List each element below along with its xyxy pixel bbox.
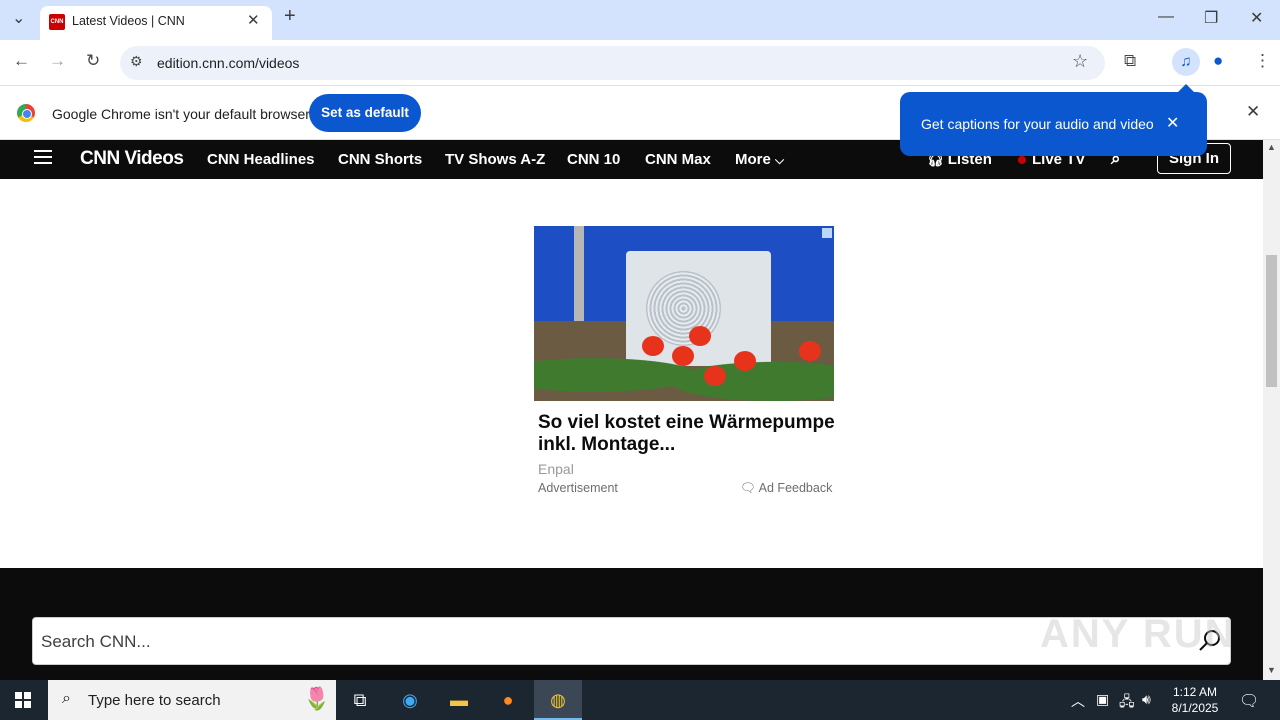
taskbar-clock[interactable]: 1:12 AM 8/1/2025 bbox=[1166, 684, 1224, 716]
ad-headline[interactable]: So viel kostet eine Wärmepumpe inkl. Mon… bbox=[538, 412, 838, 456]
new-tab-icon[interactable]: + bbox=[284, 5, 296, 28]
captions-popup: Get captions for your audio and video ✕ bbox=[900, 84, 1207, 156]
nav-item-cnn-max[interactable]: CNN Max bbox=[645, 151, 711, 168]
forward-icon[interactable]: → bbox=[49, 51, 66, 71]
edge-icon[interactable]: ◉ bbox=[386, 680, 434, 720]
tray-overflow-icon[interactable]: ︿ bbox=[1071, 691, 1085, 711]
scrollbar-thumb[interactable] bbox=[1266, 255, 1277, 387]
tulip-decoration-icon: 🌷 bbox=[303, 686, 331, 711]
feedback-icon: 🗨︎ bbox=[740, 481, 756, 495]
search-icon: ⌕ bbox=[62, 690, 71, 707]
chevron-down-icon: ⌵ bbox=[775, 153, 785, 167]
infobar-message: Google Chrome isn't your default browser bbox=[52, 106, 310, 122]
adchoices-icon[interactable] bbox=[822, 228, 832, 238]
page-scrollbar[interactable]: ▲ ▼ bbox=[1263, 140, 1280, 680]
ad-source[interactable]: Enpal bbox=[538, 461, 574, 477]
captions-text: Get captions for your audio and video bbox=[921, 116, 1154, 132]
address-bar[interactable]: ⚙ edition.cnn.com/videos ☆ bbox=[120, 46, 1105, 80]
nav-item-shorts[interactable]: CNN Shorts bbox=[338, 151, 422, 168]
tab-title: Latest Videos | CNN bbox=[72, 14, 185, 28]
clock-time: 1:12 AM bbox=[1172, 685, 1218, 699]
url-text[interactable]: edition.cnn.com/videos bbox=[157, 55, 299, 71]
menu-icon[interactable]: ⋮ bbox=[1254, 51, 1271, 71]
profile-icon[interactable]: ● bbox=[1213, 51, 1223, 71]
flower bbox=[704, 366, 726, 386]
captions-close-icon[interactable]: ✕ bbox=[1166, 113, 1179, 133]
ad-feedback-label: Ad Feedback bbox=[758, 481, 833, 495]
browser-toolbar: ← → ↻ ⚙ edition.cnn.com/videos ☆ ⧉ ♫ ● ⋮ bbox=[0, 40, 1280, 86]
advertisement-label: Advertisement bbox=[538, 481, 618, 495]
ad-pipe bbox=[574, 226, 584, 336]
site-info-icon[interactable]: ⚙ bbox=[130, 53, 143, 70]
tab-active[interactable]: CNN Latest Videos | CNN ✕ bbox=[40, 6, 272, 40]
tab-strip: ⌄ CNN Latest Videos | CNN ✕ + — ❐ ✕ bbox=[0, 0, 1280, 40]
nav-item-tv-shows[interactable]: TV Shows A-Z bbox=[445, 151, 545, 168]
tab-search-icon[interactable]: ⌄ bbox=[12, 8, 25, 28]
network-icon[interactable]: 🖧︎ bbox=[1119, 691, 1135, 715]
taskbar-search-text: Type here to search bbox=[88, 692, 221, 709]
extensions-icon[interactable]: ⧉ bbox=[1124, 51, 1136, 71]
window-close-icon[interactable]: ✕ bbox=[1250, 8, 1263, 28]
hamburger-menu-icon[interactable] bbox=[34, 150, 52, 164]
volume-icon[interactable]: 🔊︎ bbox=[1142, 691, 1151, 708]
firefox-icon[interactable]: ● bbox=[484, 680, 532, 720]
chrome-logo-icon bbox=[17, 104, 35, 122]
cnn-videos-logo[interactable]: CNN Videos bbox=[80, 148, 184, 170]
footer-search-input[interactable]: Search CNN... bbox=[41, 632, 151, 652]
close-icon[interactable]: ✕ bbox=[247, 11, 260, 29]
set-as-default-button[interactable]: Set as default bbox=[309, 94, 421, 132]
nav-item-more[interactable]: More ⌵ bbox=[735, 151, 784, 168]
windows-start-icon[interactable] bbox=[15, 692, 31, 708]
flower bbox=[672, 346, 694, 366]
ad-image[interactable] bbox=[534, 226, 834, 401]
scroll-up-icon[interactable]: ▲ bbox=[1267, 142, 1276, 152]
nav-item-headlines[interactable]: CNN Headlines bbox=[207, 151, 315, 168]
scroll-down-icon[interactable]: ▼ bbox=[1267, 665, 1276, 675]
bookmark-star-icon[interactable]: ☆ bbox=[1072, 51, 1088, 72]
task-view-icon[interactable]: ⧉ bbox=[336, 680, 384, 720]
chrome-taskbar-icon[interactable]: ◍ bbox=[534, 680, 582, 720]
minimize-icon[interactable]: — bbox=[1158, 8, 1174, 26]
anyrun-watermark: ANY RUN bbox=[1040, 612, 1236, 656]
windows-taskbar: ⌕ Type here to search 🌷 ⧉ ◉ ▬ ● ◍ ︿ ▣ 🖧︎… bbox=[0, 680, 1280, 720]
live-dot-icon bbox=[1018, 156, 1026, 165]
cnn-favicon-icon: CNN bbox=[49, 14, 65, 30]
notification-icon[interactable]: 🗨︎ bbox=[1239, 691, 1259, 711]
flower bbox=[642, 336, 664, 356]
media-control-icon[interactable]: ♫ bbox=[1172, 48, 1200, 76]
infobar-close-icon[interactable]: ✕ bbox=[1246, 102, 1260, 122]
restore-icon[interactable]: ❐ bbox=[1204, 8, 1218, 28]
reload-icon[interactable]: ↻ bbox=[86, 51, 100, 71]
flower bbox=[689, 326, 711, 346]
back-icon[interactable]: ← bbox=[13, 51, 30, 71]
tray-app-icon[interactable]: ▣ bbox=[1096, 691, 1109, 708]
clock-date: 8/1/2025 bbox=[1171, 701, 1219, 715]
nav-item-cnn10[interactable]: CNN 10 bbox=[567, 151, 620, 168]
flower bbox=[734, 351, 756, 371]
ad-feedback-link[interactable]: 🗨︎ Ad Feedback bbox=[740, 481, 832, 496]
taskbar-search[interactable]: ⌕ Type here to search 🌷 bbox=[48, 680, 336, 720]
flower bbox=[799, 341, 821, 361]
nav-more-label: More bbox=[735, 151, 771, 168]
file-explorer-icon[interactable]: ▬ bbox=[435, 680, 483, 720]
